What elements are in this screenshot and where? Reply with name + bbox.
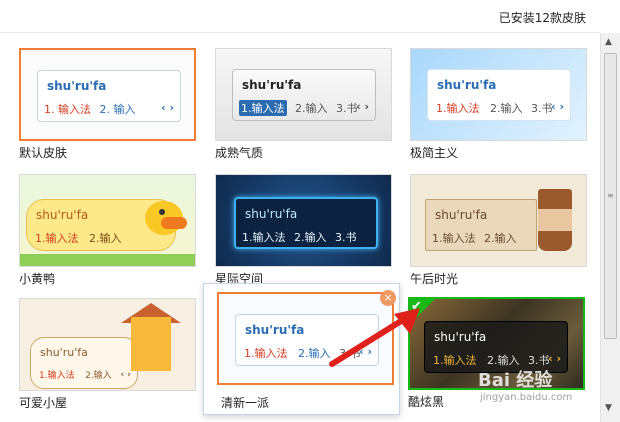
- ime-candidates: 1.输入法 2.输入: [33, 230, 127, 246]
- skin-preview[interactable]: shu'ru'fa 1.输入法 2.输入: [19, 174, 196, 267]
- skin-preview[interactable]: shu'ru'fa 1.输入法 2.输入: [410, 174, 587, 267]
- candidate-2: 2.输入: [490, 102, 523, 115]
- candidate-1: 1.输入法: [242, 231, 286, 244]
- skin-tile-space[interactable]: shu'ru'fa 1.输入法 2.输入 3.书 星际空间: [215, 174, 392, 286]
- ime-candidate-bar: shu'ru'fa 1.输入法 2.输入 3.书 ‹ ›: [232, 69, 376, 121]
- page-nav-icon: ‹ ›: [120, 370, 131, 380]
- ime-pinyin: shu'ru'fa: [245, 323, 305, 337]
- skin-preview[interactable]: shu'ru'fa 1.输入法 2.输入 3.书 ‹ ›: [215, 48, 392, 141]
- skin-name: 清新一派: [221, 396, 270, 410]
- ime-pinyin: shu'ru'fa: [47, 79, 107, 93]
- candidate-2: 2.输入: [295, 102, 328, 115]
- candidate-1: 1.输入法: [39, 371, 75, 381]
- ime-candidates: 1.输入法 2.输入 3.书: [239, 100, 363, 116]
- ime-candidates: 1.输入法 2.输入 3.书: [434, 100, 558, 116]
- skin-name: 默认皮肤: [19, 146, 68, 160]
- watermark-url: jingyan.baidu.com: [480, 392, 573, 403]
- skin-tile-afternoon[interactable]: shu'ru'fa 1.输入法 2.输入 午后时光: [410, 174, 587, 286]
- scroll-up-icon[interactable]: ▲: [605, 37, 612, 47]
- ime-pinyin: shu'ru'fa: [434, 330, 487, 344]
- skin-name: 成熟气质: [215, 146, 264, 160]
- candidate-1: 1.输入法: [239, 100, 287, 116]
- ime-candidate-bar: shu'ru'fa 1.输入法 2.输入 3.书: [234, 197, 378, 249]
- grass-decoration: [20, 254, 195, 266]
- ime-pinyin: shu'ru'fa: [36, 208, 89, 222]
- candidate-2: 2.输入: [294, 231, 327, 244]
- ime-pinyin: shu'ru'fa: [435, 208, 488, 222]
- page-nav-icon: ‹ ›: [548, 352, 561, 365]
- skin-preview[interactable]: shu'ru'fa 1. 输入法 2. 输入 ‹ ›: [19, 48, 196, 141]
- duck-beak: [161, 217, 187, 229]
- watermark-logo: Bai 经验: [478, 370, 553, 391]
- ime-candidate-bar: shu'ru'fa 1.输入法 2.输入 ‹ ›: [30, 337, 138, 389]
- ime-candidates: 1. 输入法 2. 输入: [44, 101, 141, 117]
- coffee-cup-band: [538, 209, 572, 231]
- candidate-1: 1.输入法: [436, 102, 480, 115]
- candidate-1: 1.输入法: [432, 232, 476, 245]
- skin-name: 午后时光: [410, 272, 459, 286]
- ime-candidates: 1.输入法 2.输入 3.书: [242, 229, 362, 245]
- ime-pinyin: shu'ru'fa: [242, 78, 302, 92]
- skin-name: 可爱小屋: [19, 396, 68, 410]
- ime-pinyin: shu'ru'fa: [245, 207, 298, 221]
- candidate-1: 1. 输入法: [44, 103, 91, 116]
- candidate-2: 2.输入: [484, 232, 517, 245]
- ime-pinyin: shu'ru'fa: [40, 346, 88, 359]
- skin-preview[interactable]: shu'ru'fa 1.输入法 2.输入 3.书: [215, 174, 392, 267]
- ime-candidate-bar: shu'ru'fa 1. 输入法 2. 输入 ‹ ›: [37, 70, 181, 122]
- skin-tile-duck[interactable]: shu'ru'fa 1.输入法 2.输入 小黄鸭: [19, 174, 196, 286]
- scroll-down-icon[interactable]: ▼: [605, 403, 612, 413]
- skin-name: 小黄鸭: [19, 272, 56, 286]
- candidate-2: 2.输入: [89, 232, 122, 245]
- skin-name: 极简主义: [410, 146, 459, 160]
- scroll-thumb[interactable]: ≡: [604, 53, 617, 339]
- ime-pinyin: shu'ru'fa: [437, 78, 497, 92]
- candidate-3: 3.书: [335, 231, 357, 244]
- skin-preview[interactable]: shu'ru'fa 1.输入法 2.输入 ‹ ›: [19, 298, 196, 391]
- candidate-1: 1.输入法: [244, 347, 288, 360]
- grip-icon: ≡: [607, 191, 614, 200]
- annotation-arrow-icon: [329, 308, 420, 367]
- ime-candidates: 1.输入法 2.输入: [37, 368, 117, 381]
- house-illustration: [131, 317, 171, 371]
- candidate-1: 1.输入法: [35, 232, 79, 245]
- candidate-2: 2.输入: [85, 371, 112, 381]
- ime-candidate-bar: shu'ru'fa 1.输入法 2.输入: [425, 199, 537, 251]
- page-nav-icon: ‹ ›: [551, 100, 564, 113]
- page-nav-icon: ‹ ›: [161, 101, 174, 114]
- skin-tile-house[interactable]: shu'ru'fa 1.输入法 2.输入 ‹ › 可爱小屋: [19, 298, 196, 410]
- skin-tile-minimal[interactable]: shu'ru'fa 1.输入法 2.输入 3.书 ‹ › 极简主义: [410, 48, 587, 160]
- duck-eye: [159, 209, 165, 215]
- vertical-scrollbar[interactable]: ▲ ≡ ▼: [600, 33, 620, 422]
- ime-candidates: 1.输入法 2.输入: [432, 230, 522, 246]
- skin-tile-default[interactable]: shu'ru'fa 1. 输入法 2. 输入 ‹ › 默认皮肤: [19, 48, 196, 160]
- candidate-3: 3.书: [336, 102, 358, 115]
- skin-preview[interactable]: shu'ru'fa 1.输入法 2.输入 3.书 ‹ ›: [410, 48, 587, 141]
- page-nav-icon: ‹ ›: [356, 100, 369, 113]
- candidate-3: 3.书: [531, 102, 553, 115]
- ime-candidate-bar: shu'ru'fa 1.输入法 2.输入 3.书 ‹ ›: [427, 69, 571, 121]
- candidate-2: 2. 输入: [99, 103, 136, 116]
- skin-tile-mature[interactable]: shu'ru'fa 1.输入法 2.输入 3.书 ‹ › 成熟气质: [215, 48, 392, 160]
